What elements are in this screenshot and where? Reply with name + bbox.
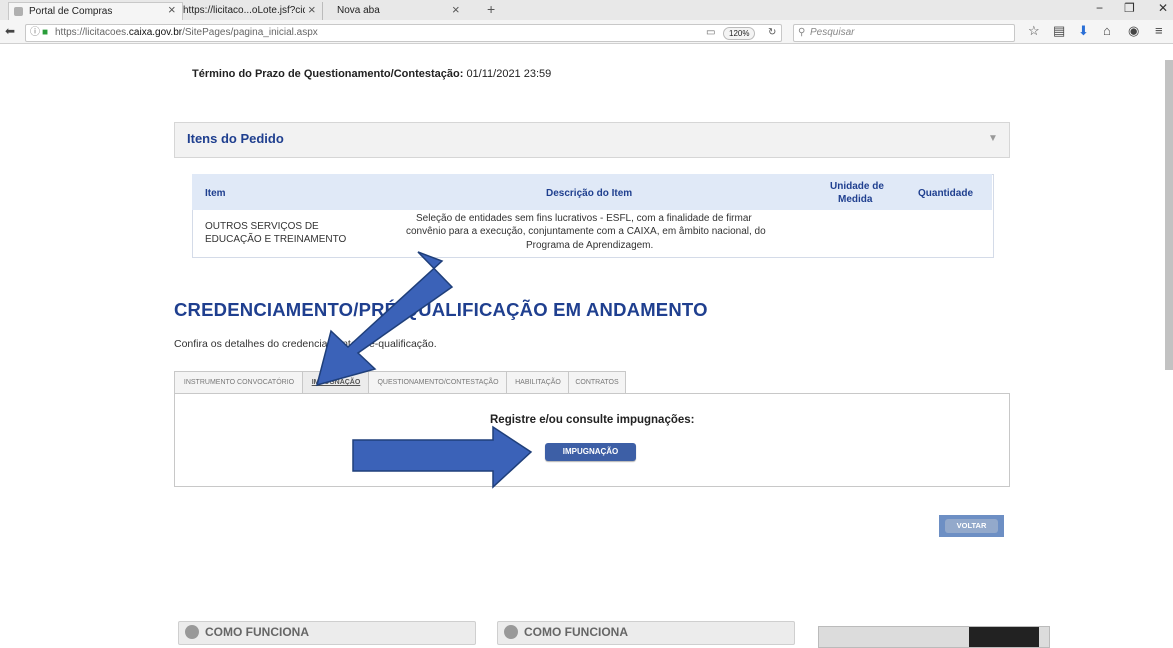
minimize-icon[interactable]: − xyxy=(1096,1,1103,15)
zoom-indicator[interactable]: 120% xyxy=(723,27,756,40)
card-label: COMO FUNCIONA xyxy=(205,625,309,639)
download-icon[interactable]: ⬇ xyxy=(1078,23,1089,39)
page-favicon-icon xyxy=(14,7,23,16)
chevron-down-icon[interactable]: ▼ xyxy=(988,133,998,144)
arrow-circle-icon xyxy=(185,625,199,639)
bookmark-star-icon[interactable]: ☆ xyxy=(1028,23,1040,39)
item-description-line3: Programa de Aprendizagem. xyxy=(526,240,654,251)
como-funciona-card-2[interactable]: COMO FUNCIONA xyxy=(497,621,795,645)
card-label: COMO FUNCIONA xyxy=(524,625,628,639)
tab-contratos[interactable]: CONTRATOS xyxy=(568,371,626,394)
voltar-button-label: VOLTAR xyxy=(956,521,987,530)
menu-icon[interactable]: ≡ xyxy=(1155,23,1163,38)
browser-tab-label: https://licitaco...oLote.jsf?cid=2 xyxy=(183,5,305,16)
search-placeholder[interactable]: Pesquisar xyxy=(810,25,854,41)
items-panel-title: Itens do Pedido xyxy=(187,131,284,146)
voltar-button[interactable]: VOLTAR xyxy=(945,519,998,533)
close-tab-icon[interactable]: × xyxy=(452,2,460,18)
column-header-item: Item xyxy=(205,188,226,199)
deadline-line: Término do Prazo de Questionamento/Conte… xyxy=(192,68,551,80)
page-scrollbar[interactable] xyxy=(1165,60,1173,370)
back-icon[interactable]: ⬅ xyxy=(5,24,15,38)
item-name-line1: OUTROS SERVIÇOS DE xyxy=(205,221,319,232)
search-bar[interactable]: ⚲ Pesquisar xyxy=(793,24,1015,42)
browser-tab-label: Nova aba xyxy=(337,5,380,16)
pocket-icon[interactable]: ◉ xyxy=(1128,23,1139,39)
deadline-value: 01/11/2021 23:59 xyxy=(466,68,552,80)
lock-icon: ■ xyxy=(42,27,49,38)
info-icon[interactable]: ⓘ xyxy=(30,25,40,41)
browser-tab-licitacoes[interactable]: https://licitaco...oLote.jsf?cid=2 xyxy=(177,2,305,20)
column-header-description: Descrição do Item xyxy=(546,188,633,199)
como-funciona-card-1[interactable]: COMO FUNCIONA xyxy=(178,621,476,645)
column-header-unit-line2: Medida xyxy=(838,194,873,205)
search-icon: ⚲ xyxy=(798,27,806,38)
section-subtitle: Confira os detalhes do credenciamento/pr… xyxy=(174,338,437,350)
photo-image xyxy=(969,627,1039,647)
library-icon[interactable]: ▤ xyxy=(1053,23,1065,39)
browser-tab-portal-de-compras[interactable]: Portal de Compras xyxy=(8,2,183,20)
tab-habilitacao[interactable]: HABILITAÇÃO xyxy=(506,371,570,394)
items-panel-header[interactable] xyxy=(174,122,1010,158)
photo-banner[interactable] xyxy=(818,626,1050,648)
close-window-icon[interactable]: ✕ xyxy=(1158,1,1168,15)
url-bar[interactable]: ⓘ ■ https://licitacoes.caixa.gov.br/Site… xyxy=(25,24,782,42)
item-description-line1: Seleção de entidades sem fins lucrativos… xyxy=(416,213,752,224)
reload-icon[interactable]: ↻ xyxy=(768,25,776,41)
reader-view-icon[interactable]: ▭ xyxy=(706,25,715,41)
close-tab-icon[interactable]: × xyxy=(168,2,176,18)
impugnacao-button[interactable]: IMPUGNAÇÃO xyxy=(545,443,636,461)
url-text: https://licitacoes.caixa.gov.br/SitePage… xyxy=(55,27,318,38)
close-tab-icon[interactable]: × xyxy=(308,2,316,18)
item-description-line2: convênio para a execução, conjuntamente … xyxy=(406,226,766,237)
impugnacao-instructions: Registre e/ou consulte impugnações: xyxy=(490,414,695,426)
tab-instrumento-convocatorio[interactable]: INSTRUMENTO CONVOCATÓRIO xyxy=(174,371,304,394)
arrow-circle-icon xyxy=(504,625,518,639)
browser-tab-label: Portal de Compras xyxy=(29,6,113,17)
column-header-unit-line1: Unidade de xyxy=(830,181,884,192)
home-icon[interactable]: ⌂ xyxy=(1103,23,1111,38)
item-name-line2: EDUCAÇÃO E TREINAMENTO xyxy=(205,234,347,245)
browser-tab-nova-aba[interactable]: Nova aba xyxy=(322,2,462,20)
section-title: CREDENCIAMENTO/PRÉ-QUALIFICAÇÃO EM ANDAM… xyxy=(174,299,708,320)
tab-content-panel xyxy=(174,393,1010,487)
maximize-icon[interactable]: ❐ xyxy=(1124,1,1135,15)
column-header-quantity: Quantidade xyxy=(918,188,974,199)
new-tab-icon[interactable]: + xyxy=(487,1,495,17)
tab-questionamento-contestacao[interactable]: QUESTIONAMENTO/CONTESTAÇÃO xyxy=(368,371,508,394)
deadline-label: Término do Prazo de Questionamento/Conte… xyxy=(192,68,464,80)
tab-impugnacao[interactable]: IMPUGNAÇÃO xyxy=(302,371,370,394)
